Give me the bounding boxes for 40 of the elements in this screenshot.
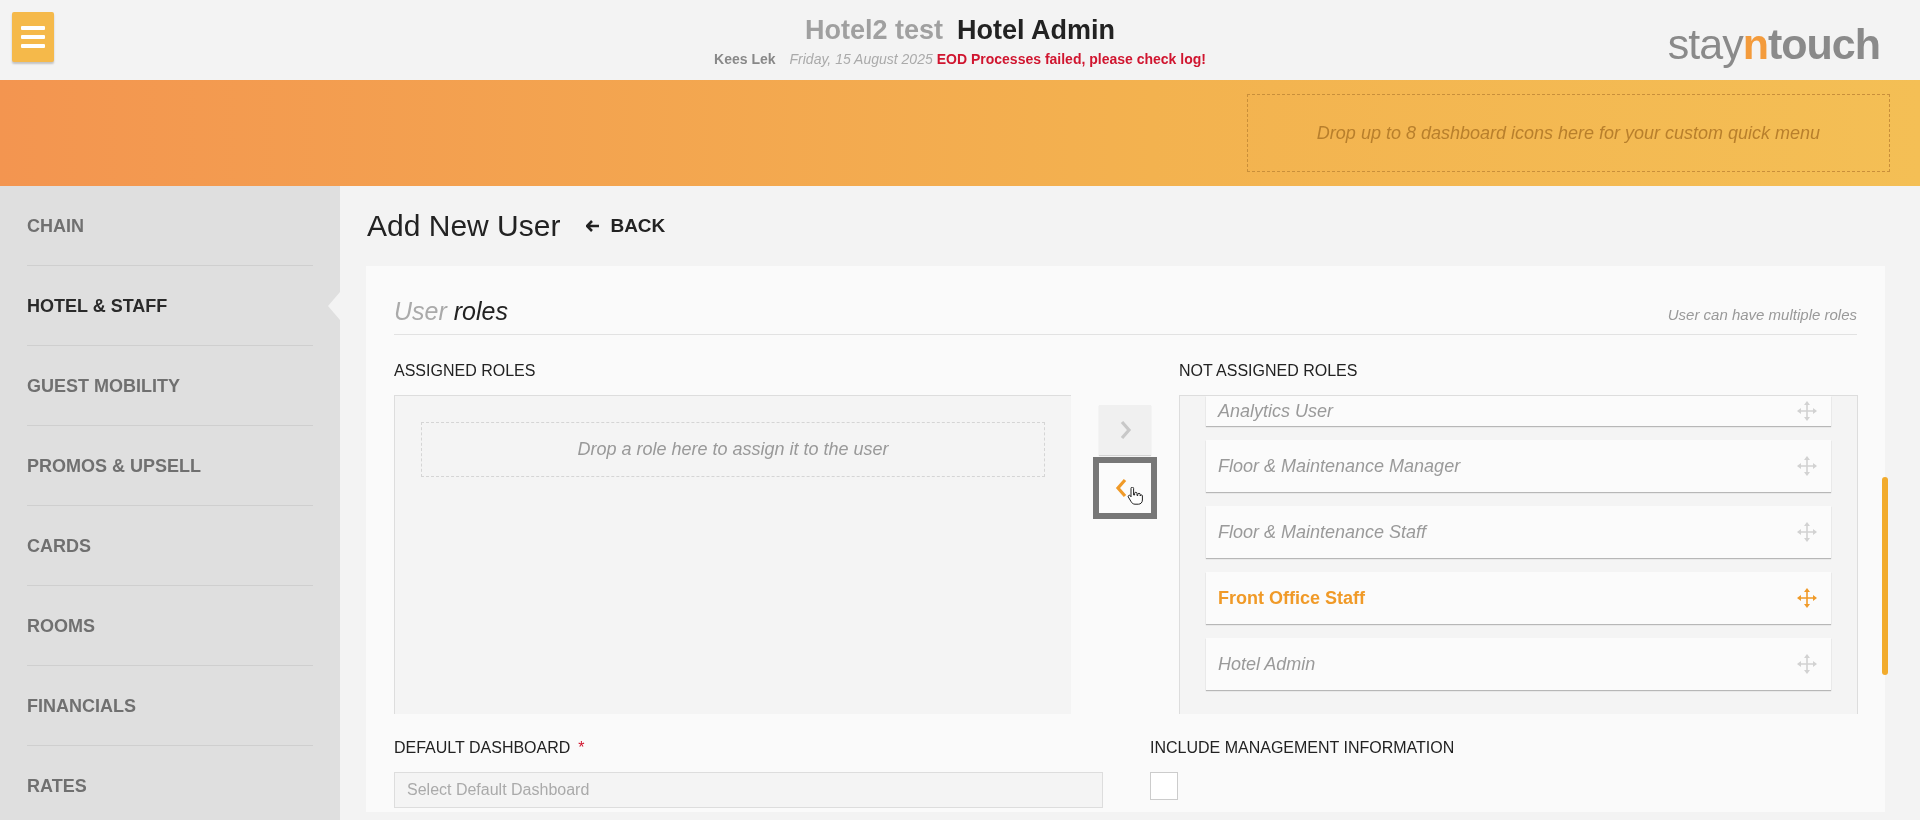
- sidebar-item[interactable]: CARDS: [0, 506, 340, 586]
- role-title: Hotel Admin: [957, 15, 1115, 45]
- sidebar-item[interactable]: GUEST MOBILITY: [0, 346, 340, 426]
- scrollbar[interactable]: [1882, 477, 1888, 675]
- sidebar-item[interactable]: ROOMS: [0, 586, 340, 666]
- alert-text: EOD Processes failed, please check log!: [936, 50, 1206, 67]
- chevron-left-icon: [1113, 478, 1129, 498]
- page-title: Add New User: [367, 208, 561, 244]
- section-hint: User can have multiple roles: [1667, 304, 1857, 325]
- sidebar-item[interactable]: FINANCIALS: [0, 666, 340, 746]
- sidebar-item[interactable]: CHAIN: [0, 186, 340, 266]
- date-text: Friday, 15 August 2025: [789, 50, 933, 67]
- pointer-cursor-icon: [1127, 487, 1143, 505]
- menu-button[interactable]: [12, 12, 54, 62]
- quick-menu-dropzone: Drop up to 8 dashboard icons here for your custom quick menu: [1247, 94, 1890, 172]
- role-dropzone: Drop a role here to assign it to the user: [421, 422, 1045, 477]
- required-mark: *: [578, 739, 585, 756]
- role-item[interactable]: Front Office Staff: [1206, 572, 1831, 624]
- field-label: INCLUDE MANAGEMENT INFORMATION: [1150, 739, 1455, 756]
- move-icon: [1797, 456, 1817, 476]
- role-item[interactable]: Floor & Maintenance Manager: [1206, 440, 1831, 492]
- hotel-name: Hotel2 test: [804, 15, 943, 45]
- role-item[interactable]: Analytics User: [1206, 396, 1831, 426]
- section-title: User roles: [394, 296, 508, 326]
- arrow-left-icon: [586, 220, 601, 232]
- move-icon: [1797, 588, 1817, 608]
- move-icon: [1797, 522, 1817, 542]
- role-item[interactable]: Hotel Admin: [1206, 638, 1831, 690]
- dashboard-select[interactable]: Select Default Dashboard: [394, 772, 1103, 808]
- sidebar-item[interactable]: PROMOS & UPSELL: [0, 426, 340, 506]
- user-name: Kees Lek: [714, 50, 776, 67]
- role-item[interactable]: Floor & Maintenance Staff: [1206, 506, 1831, 558]
- field-label: NOT ASSIGNED ROLES: [1179, 362, 1358, 379]
- back-link[interactable]: BACK: [586, 211, 666, 241]
- logo: stayntouch: [1667, 19, 1880, 70]
- field-label: ASSIGNED ROLES: [394, 362, 536, 379]
- move-icon: [1797, 654, 1817, 674]
- move-icon: [1797, 401, 1817, 421]
- checkbox[interactable]: [1150, 772, 1178, 800]
- field-label: DEFAULT DASHBOARD: [394, 739, 571, 756]
